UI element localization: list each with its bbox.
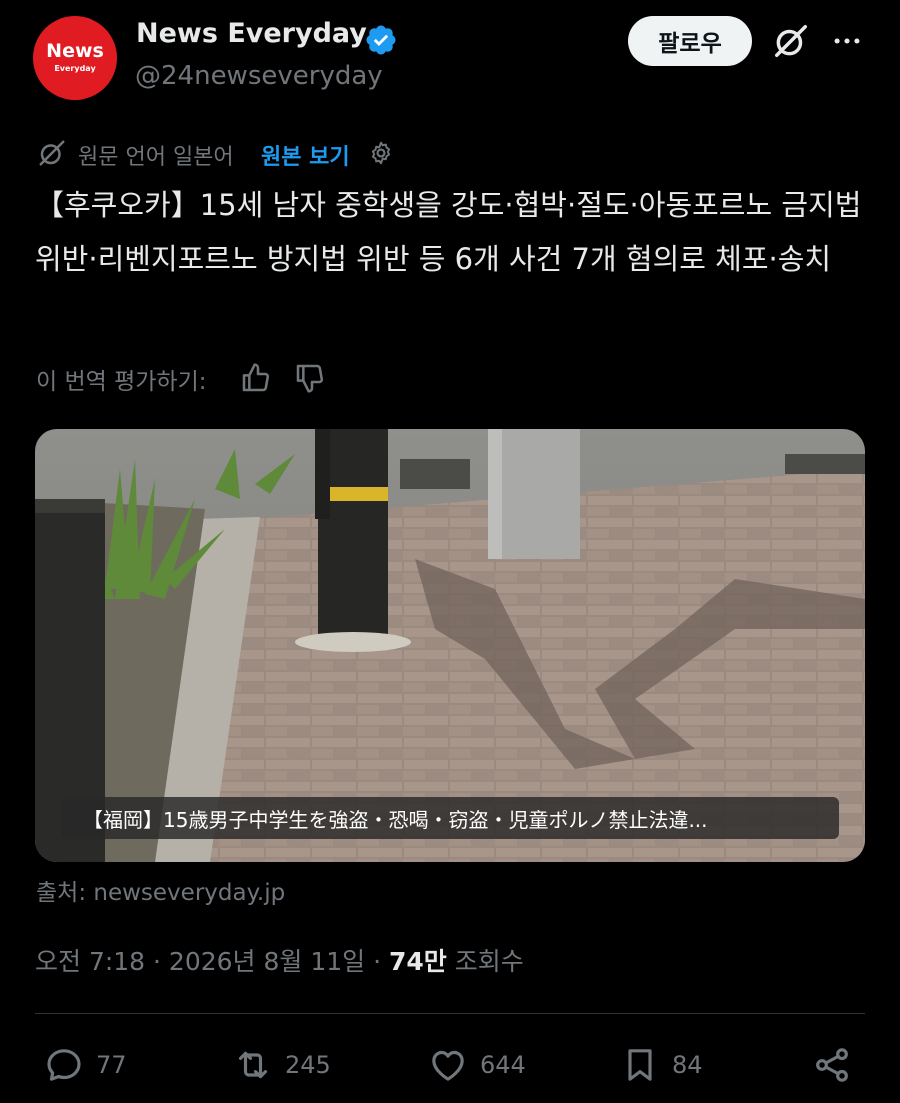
reply-count: 77: [96, 1051, 127, 1079]
rate-translation-label: 이 번역 평가하기:: [36, 369, 207, 395]
like-button[interactable]: 644: [428, 1044, 526, 1086]
repost-button[interactable]: 245: [233, 1044, 331, 1086]
translation-notice: 원문 언어 일본어: [78, 145, 234, 170]
reply-button[interactable]: 77: [44, 1044, 127, 1086]
thumbs-up-icon[interactable]: [240, 362, 272, 394]
display-name[interactable]: News Everyday: [136, 18, 367, 49]
more-options-icon[interactable]: [830, 24, 864, 58]
verified-badge-icon: [366, 25, 396, 55]
source-link[interactable]: 출처: newseveryday.jp: [36, 873, 285, 907]
tweet-text: 【후쿠오카】15세 남자 중학생을 강도·협박·절도·아동포르노 금지법 위반·…: [35, 188, 862, 276]
timestamp[interactable]: 오전 7:18 · 2026년 8월 11일 ·: [35, 947, 389, 976]
grok-translate-icon: [39, 140, 65, 166]
like-count: 644: [480, 1051, 526, 1079]
handle[interactable]: @24newseveryday: [135, 61, 383, 91]
show-original-link[interactable]: 원본 보기: [261, 139, 350, 171]
bookmark-count: 84: [672, 1051, 703, 1079]
avatar-logo-text: News: [46, 39, 104, 62]
repost-count: 245: [285, 1051, 331, 1079]
thumbs-down-icon[interactable]: [294, 362, 326, 394]
bookmark-icon: [628, 1049, 652, 1081]
gear-icon[interactable]: [368, 140, 394, 166]
heart-icon: [432, 1050, 464, 1081]
follow-button[interactable]: 팔로우: [628, 16, 752, 66]
avatar[interactable]: News Everyday: [33, 16, 117, 100]
timestamp-row: 오전 7:18 · 2026년 8월 11일 · 74만 조회수: [35, 942, 524, 978]
views-label: 조회수: [446, 947, 524, 976]
divider: [35, 1013, 865, 1014]
reply-icon: [47, 1049, 81, 1081]
repost-icon: [238, 1051, 268, 1079]
avatar-logo-subtext: Everyday: [54, 63, 96, 73]
share-icon: [816, 1048, 848, 1082]
grok-icon[interactable]: [772, 22, 810, 60]
bookmark-button[interactable]: 84: [620, 1044, 703, 1086]
share-button[interactable]: [812, 1044, 864, 1086]
views-count: 74만: [389, 947, 447, 976]
media-caption: 【福岡】15歳男子中学生を強盗・恐喝・窃盗・児童ポルノ禁止法違...: [61, 797, 839, 839]
